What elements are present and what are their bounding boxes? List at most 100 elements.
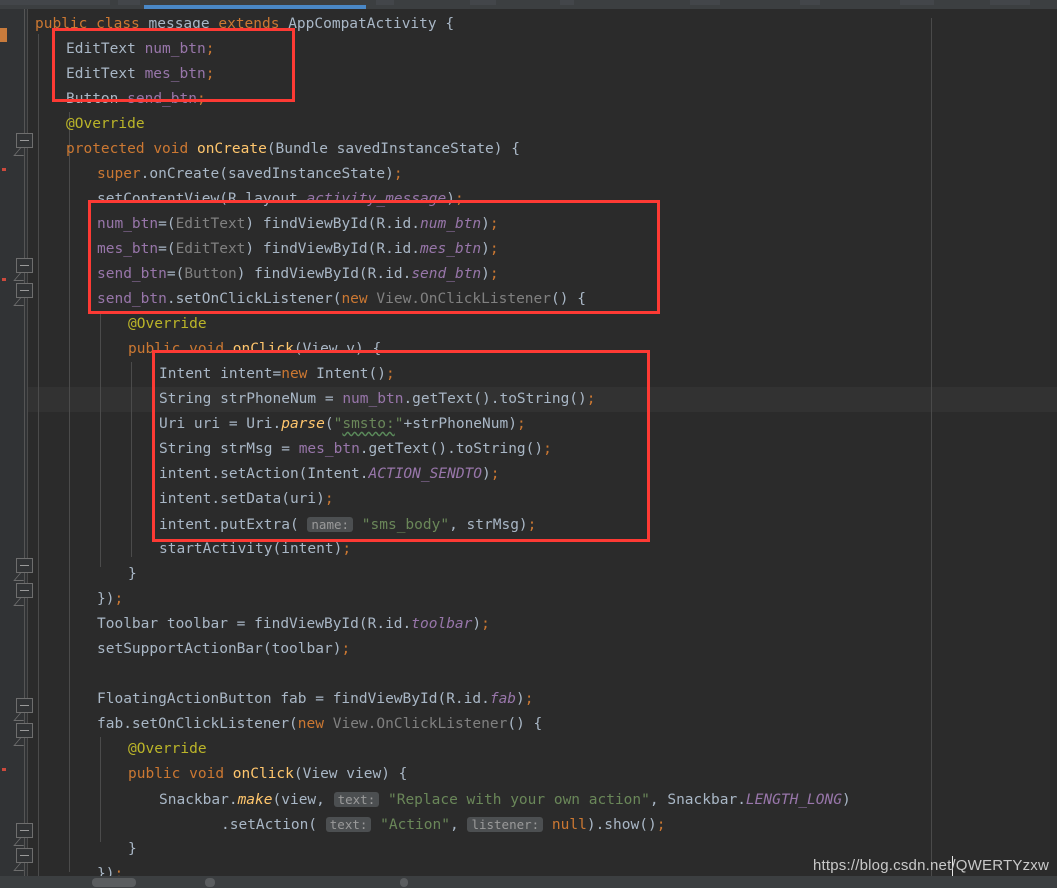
- code-line[interactable]: public void onClick(View v) {: [128, 337, 381, 362]
- status-bar-item[interactable]: [400, 878, 408, 887]
- code-token: ;: [205, 66, 215, 82]
- code-token: send_btn: [97, 291, 167, 307]
- code-line[interactable]: Uri uri = Uri.parse("smsto:"+strPhoneNum…: [159, 412, 526, 437]
- code-token: FloatingActionButton fab = findViewById(…: [97, 691, 490, 707]
- toolbar-icon[interactable]: [690, 0, 720, 5]
- code-token: num_btn: [420, 216, 482, 232]
- code-line[interactable]: Button send_btn;: [66, 87, 206, 112]
- code-token: onCreate: [196, 141, 267, 157]
- code-token: protected: [66, 141, 145, 157]
- code-line[interactable]: });: [97, 587, 123, 612]
- code-line[interactable]: intent.putExtra( name: "sms_body", strMs…: [159, 512, 536, 537]
- indent-guide-line: [38, 34, 39, 888]
- right-margin-guide: [931, 18, 932, 888]
- code-line[interactable]: super.onCreate(savedInstanceState);: [97, 162, 403, 187]
- inline-parameter-hint: text:: [333, 792, 380, 807]
- code-token: ;: [205, 41, 215, 57]
- code-token: @Override: [128, 741, 207, 757]
- code-token: num_btn: [144, 41, 206, 57]
- code-token: class: [96, 16, 140, 32]
- code-token: send_btn: [97, 266, 167, 282]
- code-token: ;: [489, 241, 499, 257]
- error-marker[interactable]: [2, 278, 6, 281]
- code-line[interactable]: startActivity(intent);: [159, 537, 351, 562]
- code-line[interactable]: public class message extends AppCompatAc…: [35, 12, 454, 37]
- status-bar[interactable]: [0, 876, 1057, 888]
- code-token: fab.setOnClickListener(: [97, 716, 298, 732]
- code-line[interactable]: }: [128, 562, 137, 587]
- code-token: intent.setData(uri): [159, 491, 325, 507]
- toolbar-icon[interactable]: [990, 0, 1030, 5]
- inline-parameter-hint: name:: [307, 517, 354, 532]
- indent-guide-line: [69, 112, 70, 872]
- code-line[interactable]: String strMsg = mes_btn.getText().toStri…: [159, 437, 552, 462]
- code-token: Toolbar toolbar = findViewById(R.id.: [97, 616, 412, 632]
- code-token: super: [97, 166, 141, 182]
- code-line[interactable]: intent.setData(uri);: [159, 487, 334, 512]
- code-token: }): [97, 591, 115, 607]
- toolbar-icon[interactable]: [470, 0, 496, 5]
- code-line[interactable]: FloatingActionButton fab = findViewById(…: [97, 687, 534, 712]
- code-line[interactable]: .setAction( text: "Action", listener: nu…: [221, 812, 665, 837]
- code-token: ;: [114, 591, 124, 607]
- editor-tab-strip[interactable]: [0, 0, 1057, 9]
- code-token: message: [148, 16, 210, 32]
- code-token: ;: [393, 166, 403, 182]
- code-line[interactable]: EditText mes_btn;: [66, 62, 214, 87]
- code-line[interactable]: protected void onCreate(Bundle savedInst…: [66, 137, 520, 162]
- code-token: ;: [527, 517, 537, 533]
- editor-window: public class message extends AppCompatAc…: [0, 0, 1057, 888]
- toolbar-icon[interactable]: [376, 0, 394, 5]
- code-token: ;: [524, 691, 534, 707]
- code-line[interactable]: @Override: [128, 312, 207, 337]
- code-line[interactable]: Intent intent=new Intent();: [159, 362, 395, 387]
- toolbar-icon[interactable]: [900, 0, 934, 5]
- code-line[interactable]: @Override: [128, 737, 207, 762]
- code-token: EditText: [66, 66, 136, 82]
- code-line[interactable]: intent.setAction(Intent.ACTION_SENDTO);: [159, 462, 499, 487]
- toolbar-icon[interactable]: [0, 0, 110, 5]
- code-text-area[interactable]: public class message extends AppCompatAc…: [28, 9, 1057, 888]
- code-line[interactable]: num_btn=(EditText) findViewById(R.id.num…: [97, 212, 499, 237]
- status-bar-item[interactable]: [205, 878, 215, 887]
- code-line[interactable]: EditText num_btn;: [66, 37, 214, 62]
- toolbar-icon[interactable]: [560, 0, 574, 5]
- error-marker[interactable]: [2, 168, 6, 171]
- code-line[interactable]: fab.setOnClickListener(new View.OnClickL…: [97, 712, 542, 737]
- code-token: (View v) {: [293, 341, 382, 357]
- code-line[interactable]: send_btn.setOnClickListener(new View.OnC…: [97, 287, 586, 312]
- code-token: ;: [516, 416, 526, 432]
- code-line[interactable]: }: [128, 837, 137, 862]
- code-token: mes_btn: [420, 241, 482, 257]
- code-line[interactable]: @Override: [66, 112, 145, 137]
- code-token: ;: [543, 441, 552, 457]
- code-token: @Override: [128, 316, 207, 332]
- code-line[interactable]: Snackbar.make(view, text: "Replace with …: [159, 787, 851, 812]
- code-line[interactable]: Toolbar toolbar = findViewById(R.id.tool…: [97, 612, 490, 637]
- code-line[interactable]: send_btn=(Button) findViewById(R.id.send…: [97, 262, 499, 287]
- code-token: ): [472, 616, 482, 632]
- code-token: (: [324, 416, 334, 432]
- code-token: =(: [166, 266, 185, 282]
- code-line[interactable]: public void onClick(View view) {: [128, 762, 407, 787]
- code-token: send_btn: [411, 266, 482, 282]
- toolbar-icon[interactable]: [118, 0, 140, 5]
- code-token: public: [35, 16, 88, 32]
- code-line[interactable]: String strPhoneNum = num_btn.getText().t…: [159, 387, 596, 412]
- code-line[interactable]: setContentView(R.layout.activity_message…: [97, 187, 464, 212]
- code-line[interactable]: mes_btn=(EditText) findViewById(R.id.mes…: [97, 237, 499, 262]
- code-token: ,: [449, 817, 468, 833]
- error-marker[interactable]: [2, 768, 6, 771]
- status-bar-item[interactable]: [92, 878, 136, 887]
- code-token: ;: [341, 641, 351, 657]
- code-token: () {: [507, 716, 543, 732]
- toolbar-icon[interactable]: [800, 0, 820, 5]
- code-token: Button: [66, 91, 119, 107]
- code-line[interactable]: setSupportActionBar(toolbar);: [97, 637, 350, 662]
- code-token: .getText().toString(): [403, 391, 587, 407]
